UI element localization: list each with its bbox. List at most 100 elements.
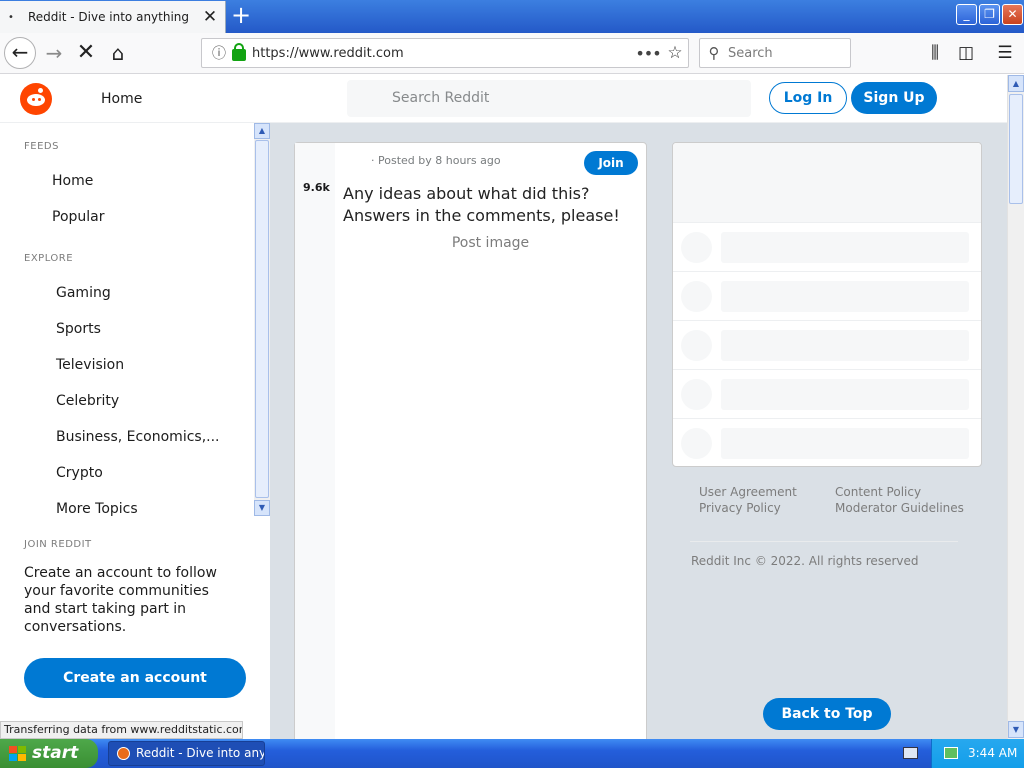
back-to-top-button[interactable]: Back to Top (763, 698, 891, 730)
vote-score: 9.6k (303, 181, 330, 194)
forward-arrow-icon[interactable]: → (38, 37, 70, 69)
page-actions-icon[interactable]: ••• (634, 44, 662, 63)
browser-tab-strip: • Reddit - Dive into anything ✕ + _ ❐ ✕ (0, 0, 1024, 33)
firefox-icon (117, 747, 130, 760)
sidebar-scroll-thumb[interactable] (255, 140, 269, 498)
windows-flag-icon (9, 746, 26, 761)
post-card[interactable]: 9.6k · Posted by 8 hours ago Join Any id… (294, 142, 647, 762)
search-icon: ⚲ (708, 44, 720, 62)
avatar-placeholder (681, 281, 712, 312)
sidebar-item-crypto[interactable]: Crypto (56, 465, 103, 481)
window-close-button[interactable]: ✕ (1002, 4, 1023, 25)
page-scrollbar[interactable]: ▲ ▼ (1007, 75, 1024, 739)
main-feed: 9.6k · Posted by 8 hours ago Join Any id… (270, 123, 1007, 762)
scroll-up-icon[interactable]: ▲ (1008, 75, 1024, 92)
user-agreement-link[interactable]: User Agreement (699, 484, 829, 500)
browser-search-input[interactable]: ⚲ Search (699, 38, 851, 68)
flag-yellow (18, 754, 26, 761)
feeds-heading: FEEDS (24, 141, 59, 152)
footer-column: Content Policy Moderator Guidelines (835, 484, 965, 516)
logo-face (27, 94, 45, 106)
sidebar-item-television[interactable]: Television (56, 357, 124, 373)
widget-banner (673, 143, 981, 223)
widget-row (673, 272, 981, 321)
scroll-down-icon[interactable]: ▼ (1008, 721, 1024, 738)
flag-green (18, 746, 26, 753)
post-title[interactable]: Any ideas about what did this? Answers i… (343, 183, 643, 227)
privacy-policy-link[interactable]: Privacy Policy (699, 500, 829, 516)
scroll-down-icon[interactable]: ▼ (254, 500, 270, 516)
vote-column (295, 143, 335, 761)
system-tray: 3:44 AM (931, 739, 1024, 768)
copyright-text: Reddit Inc © 2022. All rights reserved (691, 554, 919, 568)
os-taskbar: start Reddit - Dive into any... 3:44 AM (0, 739, 1024, 768)
lock-icon (232, 43, 246, 61)
join-description: Create an account to follow your favorit… (24, 565, 217, 635)
sidebar-item-celebrity[interactable]: Celebrity (56, 393, 119, 409)
browser-search-placeholder: Search (728, 45, 773, 61)
login-button[interactable]: Log In (769, 82, 847, 114)
window-restore-button[interactable]: ❐ (979, 4, 1000, 25)
flag-blue (9, 754, 17, 761)
sidebar-item-gaming[interactable]: Gaming (56, 285, 111, 301)
tab-loading-icon: • (8, 11, 14, 23)
post-meta: · Posted by 8 hours ago (371, 154, 501, 167)
widget-row (673, 223, 981, 272)
tab-close-icon[interactable]: ✕ (195, 7, 225, 27)
taskbar-firefox-task[interactable]: Reddit - Dive into any... (108, 741, 265, 766)
home-icon[interactable]: ⌂ (102, 37, 134, 69)
text-placeholder (721, 379, 969, 410)
url-text[interactable]: https://www.reddit.com (252, 46, 634, 61)
logo-antenna (38, 88, 43, 93)
post-image[interactable]: Post image (335, 235, 646, 251)
sidebar-item-popular[interactable]: Popular (52, 209, 105, 225)
browser-nav-bar: ← → ✕ ⌂ ⓘ https://www.reddit.com ••• ☆ ⚲… (0, 33, 1024, 74)
text-placeholder (721, 232, 969, 263)
scroll-up-icon[interactable]: ▲ (254, 123, 270, 139)
sidebar-item-business[interactable]: Business, Economics,... (56, 429, 220, 445)
reddit-header: Home Search Reddit Log In Sign Up (0, 75, 1007, 123)
library-icon[interactable]: ⫼ (919, 37, 951, 69)
keyboard-icon[interactable] (903, 747, 918, 759)
logo-eye (38, 98, 41, 101)
text-placeholder (721, 428, 969, 459)
text-placeholder (721, 281, 969, 312)
avatar-placeholder (681, 330, 712, 361)
signup-button[interactable]: Sign Up (851, 82, 937, 114)
bookmark-star-icon[interactable]: ☆ (662, 43, 688, 63)
join-community-button[interactable]: Join (584, 151, 638, 175)
info-icon[interactable]: ⓘ (208, 43, 230, 63)
footer-divider (690, 541, 958, 542)
url-bar[interactable]: ⓘ https://www.reddit.com ••• ☆ (201, 38, 689, 68)
reddit-logo-icon[interactable] (20, 83, 52, 115)
browser-tab[interactable]: • Reddit - Dive into anything ✕ (0, 1, 226, 33)
sidebar-item-more-topics[interactable]: More Topics (56, 501, 138, 517)
join-heading: JOIN REDDIT (24, 539, 92, 550)
avatar-placeholder (681, 232, 712, 263)
stop-loading-icon[interactable]: ✕ (70, 37, 102, 69)
moderator-guidelines-link[interactable]: Moderator Guidelines (835, 500, 965, 516)
new-tab-button[interactable]: + (228, 3, 254, 29)
reddit-search-input[interactable]: Search Reddit (347, 80, 751, 117)
sidebar-item-home[interactable]: Home (52, 173, 93, 189)
page-scroll-thumb[interactable] (1009, 94, 1023, 204)
start-button[interactable]: start (0, 739, 98, 768)
avatar-placeholder (681, 379, 712, 410)
tab-title: Reddit - Dive into anything (28, 10, 190, 24)
footer-column: User Agreement Privacy Policy (699, 484, 829, 516)
window-minimize-button[interactable]: _ (956, 4, 977, 25)
back-arrow-icon[interactable]: ← (4, 37, 36, 69)
home-dropdown[interactable]: Home (101, 91, 142, 107)
content-policy-link[interactable]: Content Policy (835, 484, 965, 500)
avatar-placeholder (681, 428, 712, 459)
sidebar-toggle-icon[interactable]: ◫ (950, 37, 982, 69)
explore-heading: EXPLORE (24, 253, 74, 264)
community-widget-placeholder (672, 142, 982, 467)
flag-red (9, 746, 17, 753)
sidebar-scrollbar[interactable]: ▲ ▼ (254, 123, 270, 516)
sidebar-item-sports[interactable]: Sports (56, 321, 101, 337)
network-icon[interactable] (944, 747, 958, 759)
menu-icon[interactable]: ☰ (989, 37, 1021, 69)
create-account-button[interactable]: Create an account (24, 658, 246, 698)
clock[interactable]: 3:44 AM (968, 746, 1017, 760)
